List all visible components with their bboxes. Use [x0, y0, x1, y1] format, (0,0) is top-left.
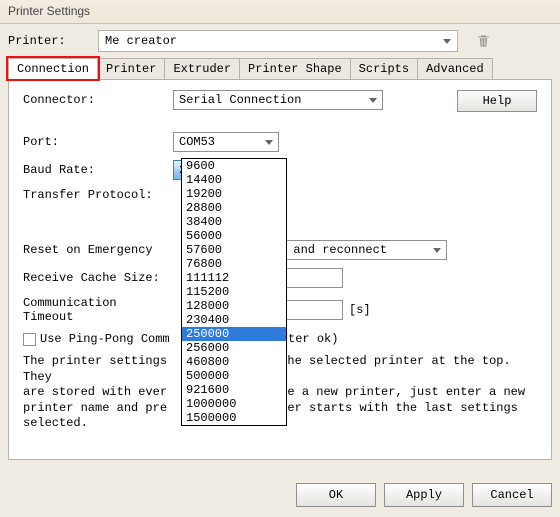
connector-select[interactable]: Serial Connection: [173, 90, 383, 110]
tab-bar: Connection Printer Extruder Printer Shap…: [8, 58, 552, 80]
cache-label: Receive Cache Size:: [23, 271, 173, 285]
tab-scripts[interactable]: Scripts: [350, 58, 418, 79]
help-button[interactable]: Help: [457, 90, 537, 112]
button-bar: OK Apply Cancel: [296, 483, 552, 507]
baud-option[interactable]: 28800: [182, 201, 286, 215]
baud-option[interactable]: 115200: [182, 285, 286, 299]
printer-select-value: Me creator: [105, 34, 177, 48]
timeout-label: Communication Timeout: [23, 296, 173, 324]
tab-printer[interactable]: Printer: [97, 58, 165, 79]
connection-panel: Help Connector: Serial Connection Port: …: [8, 80, 552, 460]
baud-option[interactable]: 250000: [182, 327, 286, 341]
baud-option[interactable]: 921600: [182, 383, 286, 397]
port-label: Port:: [23, 135, 173, 149]
baud-option[interactable]: 19200: [182, 187, 286, 201]
chevron-down-icon: [433, 248, 441, 253]
tab-connection[interactable]: Connection: [8, 58, 98, 79]
connector-value: Serial Connection: [179, 93, 301, 107]
reset-select[interactable]: d and reconnect: [273, 240, 447, 260]
tab-printer-shape[interactable]: Printer Shape: [239, 58, 351, 79]
baud-option[interactable]: 460800: [182, 355, 286, 369]
tab-advanced[interactable]: Advanced: [417, 58, 493, 79]
baud-option[interactable]: 57600: [182, 243, 286, 257]
baud-label: Baud Rate:: [23, 163, 173, 177]
pingpong-label: Use Ping-Pong Comm: [40, 332, 170, 346]
transfer-label: Transfer Protocol:: [23, 188, 173, 202]
reset-value: d and reconnect: [279, 243, 387, 257]
ok-button[interactable]: OK: [296, 483, 376, 507]
chevron-down-icon: [265, 140, 273, 145]
pingpong-checkbox[interactable]: [23, 333, 36, 346]
baud-option[interactable]: 230400: [182, 313, 286, 327]
port-select[interactable]: COM53: [173, 132, 279, 152]
baud-option[interactable]: 500000: [182, 369, 286, 383]
baud-dropdown-list[interactable]: 9600144001920028800384005600057600768001…: [181, 158, 287, 426]
cancel-button[interactable]: Cancel: [472, 483, 552, 507]
tab-extruder[interactable]: Extruder: [164, 58, 240, 79]
baud-option[interactable]: 1500000: [182, 411, 286, 425]
baud-option[interactable]: 256000: [182, 341, 286, 355]
baud-option[interactable]: 1000000: [182, 397, 286, 411]
printer-select[interactable]: Me creator: [98, 30, 458, 52]
window-titlebar: Printer Settings: [0, 0, 560, 24]
chevron-down-icon: [369, 98, 377, 103]
baud-option[interactable]: 76800: [182, 257, 286, 271]
baud-option[interactable]: 14400: [182, 173, 286, 187]
port-value: COM53: [179, 135, 215, 149]
connector-label: Connector:: [23, 93, 173, 107]
baud-option[interactable]: 111112: [182, 271, 286, 285]
baud-option[interactable]: 56000: [182, 229, 286, 243]
apply-button[interactable]: Apply: [384, 483, 464, 507]
reset-label: Reset on Emergency: [23, 243, 173, 257]
printer-label: Printer:: [8, 34, 88, 48]
trash-icon[interactable]: [476, 33, 491, 49]
title-text: Printer Settings: [8, 4, 90, 18]
chevron-down-icon: [443, 39, 451, 44]
baud-option[interactable]: 9600: [182, 159, 286, 173]
baud-option[interactable]: 128000: [182, 299, 286, 313]
baud-option[interactable]: 38400: [182, 215, 286, 229]
timeout-unit: [s]: [349, 303, 371, 317]
